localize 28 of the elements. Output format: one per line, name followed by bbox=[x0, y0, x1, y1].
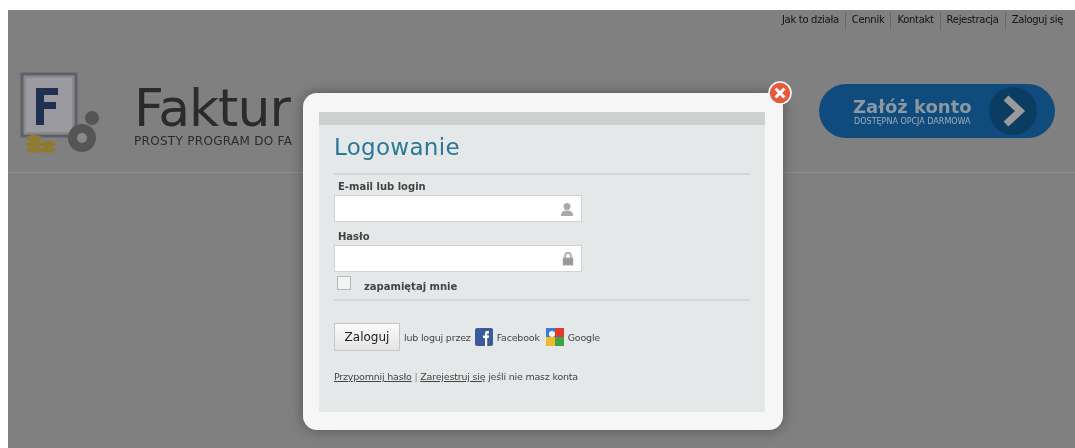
alternative-text: lub loguj przez bbox=[404, 331, 471, 343]
close-icon[interactable] bbox=[768, 81, 792, 105]
login-button[interactable]: Zaloguj bbox=[334, 323, 400, 351]
nav-link[interactable]: Cennik bbox=[844, 12, 891, 30]
lock-icon bbox=[562, 251, 574, 266]
nav-link[interactable]: Rejestracja bbox=[939, 12, 1005, 30]
checkbox-label: zapamiętaj mnie bbox=[364, 281, 458, 292]
checkbox[interactable] bbox=[337, 275, 351, 290]
chevron-icon bbox=[987, 86, 1038, 136]
remind-password-link[interactable]: Przypomnij hasło bbox=[334, 371, 412, 382]
tagline: PROSTY PROGRAM DO FA bbox=[134, 134, 293, 148]
signup-button[interactable]: Załóż konto DOSTĘPNA OPCJA DARMOWA bbox=[819, 84, 1055, 138]
nav-link[interactable]: Kontakt bbox=[890, 12, 940, 30]
site-title: Faktur bbox=[134, 80, 291, 136]
field-label: E-mail lub login bbox=[338, 181, 427, 192]
nav-link[interactable]: Jak to działa bbox=[775, 12, 845, 30]
facebook-icon[interactable] bbox=[474, 328, 493, 346]
password-field[interactable] bbox=[334, 245, 582, 272]
nav-link[interactable]: Zaloguj się bbox=[1004, 12, 1069, 30]
footer-text: Przypomnij hasło | Zarejestruj się jeśli nie masz konta bbox=[334, 371, 579, 382]
register-link[interactable]: Zarejestruj się bbox=[420, 371, 486, 382]
user-icon bbox=[560, 201, 574, 216]
provider-link[interactable]: Google bbox=[567, 331, 600, 343]
dialog-title: Logowanie bbox=[334, 133, 461, 162]
login-field[interactable] bbox=[334, 195, 582, 222]
google-icon[interactable] bbox=[545, 328, 564, 346]
field-label: Hasło bbox=[338, 231, 371, 242]
provider-link[interactable]: Facebook bbox=[496, 331, 540, 343]
